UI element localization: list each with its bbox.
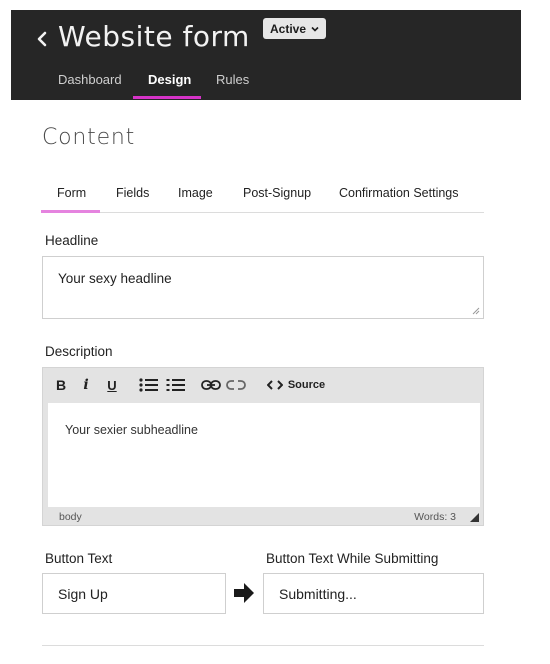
status-label: Active [270,21,307,36]
link-icon [201,380,221,390]
arrow-right-icon [234,583,254,603]
subtab-form[interactable]: Form [57,186,86,200]
unlink-button[interactable] [225,376,247,394]
resize-handle-icon[interactable] [470,513,479,522]
bulleted-list-button[interactable] [138,376,160,394]
underline-button[interactable]: U [105,376,119,394]
description-label: Description [45,344,113,359]
section-title: Content [42,125,136,150]
subtabs-divider [42,212,484,213]
tab-dashboard[interactable]: Dashboard [58,72,122,87]
italic-button[interactable]: i [80,376,92,394]
source-button[interactable]: Source [264,376,328,394]
headline-textarea[interactable]: Your sexy headline [42,256,484,319]
word-count: Words: 3 [414,511,456,523]
editor-element-path[interactable]: body [59,511,82,523]
bulleted-list-icon [139,378,158,392]
subtab-fields[interactable]: Fields [116,186,149,200]
button-text-label: Button Text [45,551,113,566]
active-subtab-indicator [41,210,100,213]
editor-text: Your sexier subheadline [65,423,198,437]
status-dropdown[interactable]: Active [263,18,327,39]
editor-content-area[interactable]: Your sexier subheadline [48,403,480,507]
page-title: Website form [58,20,250,53]
headline-value: Your sexy headline [58,271,172,286]
numbered-list-icon [166,379,185,391]
submitting-text-label: Button Text While Submitting [266,551,439,566]
tab-rules[interactable]: Rules [216,72,249,87]
app-header: Website form Active Dashboard Design Rul… [11,10,521,100]
code-icon [266,380,283,390]
insert-link-button[interactable] [200,376,222,394]
subtab-confirmation-settings[interactable]: Confirmation Settings [339,186,459,200]
active-tab-indicator [133,96,201,99]
unlink-icon [226,380,246,390]
section-divider [42,645,484,646]
subtab-image[interactable]: Image [178,186,213,200]
chevron-down-icon [311,26,319,32]
resize-grip-icon[interactable] [472,307,480,315]
button-text-input[interactable]: Sign Up [42,573,226,614]
submitting-text-input[interactable]: Submitting... [263,573,484,614]
tab-design[interactable]: Design [148,72,191,87]
bold-button[interactable]: B [54,376,68,394]
chevron-left-icon [37,31,47,47]
rich-text-editor: B i U Source Your sexier subheadline bod… [42,367,484,526]
numbered-list-button[interactable] [165,376,187,394]
subtab-post-signup[interactable]: Post-Signup [243,186,311,200]
source-label: Source [287,379,326,391]
headline-label: Headline [45,233,99,248]
back-button[interactable] [33,26,53,52]
